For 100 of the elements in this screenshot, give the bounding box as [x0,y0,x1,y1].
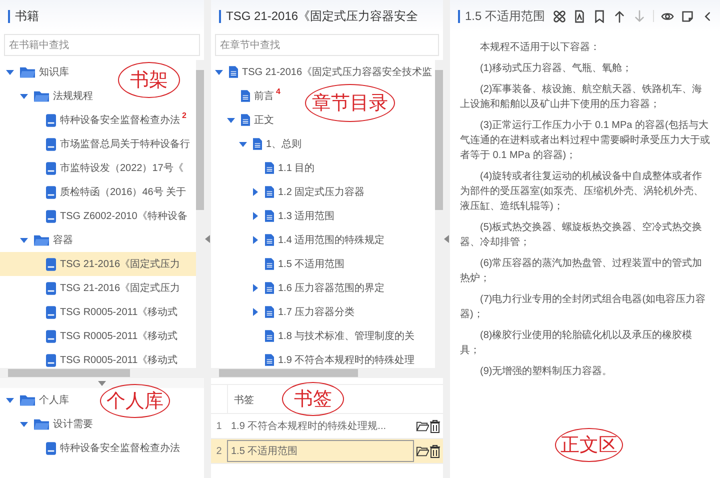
folder-open-icon[interactable] [416,420,429,432]
tree-label: 法规规程 [53,90,93,103]
book-item[interactable]: 市监特设发（2022）17号《 [0,156,184,180]
book-icon [46,138,56,150]
chapter-item[interactable]: 1.9 不符合本规程时的特殊处理 [211,348,415,368]
chapter-item[interactable]: 1.2 固定式压力容器 [211,180,365,204]
tree-label: 正文 [254,114,274,127]
note-icon[interactable] [681,10,694,22]
book-icon [46,306,56,318]
document-icon [265,282,274,294]
book-item[interactable]: 特种设备安全监督检查办法 [0,436,180,460]
panel-title: 书籍 [15,8,39,24]
paragraph: (9)无增强的塑料制压力容器。 [479,364,614,379]
book-icon [46,114,56,126]
paragraph: (8)橡胶行业使用的轮胎硫化机以及承压的橡胶模具； [460,328,694,358]
tree-label: TSG R0005-2011《移动式 [60,330,178,343]
chapter-item[interactable]: 正文 [211,108,274,132]
book-item[interactable]: TSG 21-2016《固定式压力 [0,276,180,300]
search-field[interactable]: 在书籍中查找 [4,34,200,56]
book-item[interactable]: TSG R0005-2011《移动式 [0,300,178,324]
expand-arrow-icon[interactable] [6,396,14,404]
folder-item[interactable]: 容器 [0,228,73,252]
annotation-label: 书签 [282,382,344,416]
bookmark-row[interactable]: 2 1.5 不适用范围 [211,439,443,464]
paragraph: (1)移动式压力容器、气瓶、氧舱； [479,62,634,76]
paragraph: (3)正常运行工作压力小于 0.1 MPa 的容器(包括与大气连通的在进料或者出料过程中需要瞬时承受压力大于或者等于 0.1 MPa 的容器)； [460,118,711,163]
chapter-item[interactable]: 1.7 压力容器分类 [211,300,355,324]
book-icon [46,210,56,222]
book-item[interactable]: 市场监督总局关于特种设备行 [0,132,190,156]
folder-icon [34,234,49,246]
expand-arrow-icon[interactable] [215,68,223,76]
folder-item[interactable]: 设计需要 [0,412,93,436]
book-item[interactable]: TSG Z6002-2010《特种设备 [0,204,188,228]
book-icon [46,354,56,366]
book-icon [46,442,56,454]
expand-arrow-icon[interactable] [251,236,259,244]
splitter-arrow-icon[interactable] [98,380,106,386]
paragraph: 本规程不适用于以下容器： [479,40,601,55]
pdf-file-icon[interactable] [573,10,586,22]
paragraph: (6)常压容器的蒸汽加热盘管、过程装置中的管式加热炉； [460,256,704,286]
document-icon [265,162,274,174]
expand-arrow-icon[interactable] [251,212,259,220]
book-icon [46,162,56,174]
chapter-item[interactable]: TSG 21-2016《固定式压力容器安全技术监 [211,60,432,84]
horizontal-scrollbar[interactable] [0,368,204,378]
folder-item[interactable]: 知识库 [0,60,69,84]
expand-arrow-icon[interactable] [20,92,28,100]
splitter-arrow-icon[interactable] [444,235,449,243]
book-icon [46,186,56,198]
folder-icon [34,90,49,102]
document-icon [265,186,274,198]
document-icon [241,114,250,126]
chapter-item[interactable]: 1.4 适用范围的特殊规定 [211,228,385,252]
expand-arrow-icon[interactable] [251,188,259,196]
document-icon [265,330,274,342]
tree-label: 个人库 [39,394,69,407]
tree-label: 1.1 目的 [278,162,315,175]
expand-arrow-icon[interactable] [20,420,28,428]
expand-arrow-icon[interactable] [239,140,247,148]
book-icon [46,330,56,342]
expand-arrow-icon[interactable] [20,236,28,244]
chapter-item[interactable]: 1.6 压力容器范围的界定 [211,276,385,300]
annotation-label: 章节目录 [305,84,395,122]
trash-icon[interactable] [430,444,440,458]
arrow-up-icon[interactable] [613,10,626,22]
chapter-item[interactable]: 1.5 不适用范围 [211,252,345,276]
book-item[interactable]: TSG R0005-2011《移动式 [0,348,178,368]
column-header: 书签 [234,395,254,406]
chapter-item[interactable]: 1.3 适用范围 [211,204,335,228]
folder-icon [20,394,35,406]
chapter-item[interactable]: 1.8 与技术标准、管理制度的关 [211,324,415,348]
paragraph: (4)旋转或者往复运动的机械设备中自成整体或者作为部件的受压器室(如泵壳、压缩机外壳、涡轮机外壳、液压缸、造纸轧辊等)； [460,170,704,214]
tree-label: TSG Z6002-2010《特种设备 [60,210,188,223]
book-item[interactable]: TSG 21-2016《固定式压力 [0,252,180,276]
folder-icon [34,418,49,430]
book-item[interactable]: 质检特函（2016）46号 关于 [0,180,186,204]
tree-label: 特种设备安全监督检查办法 [60,114,180,127]
expand-arrow-icon[interactable] [251,284,259,292]
expand-arrow-icon[interactable] [6,68,14,76]
paragraph: (5)板式热交换器、螺旋板热交换器、空冷式热交换器、冷却排管； [460,220,704,250]
tree-label: 质检特函（2016）46号 关于 [60,186,186,199]
folder-item[interactable]: 个人库 [0,388,69,412]
expand-arrow-icon[interactable] [227,116,235,124]
folder-item[interactable]: 法规规程 [0,84,93,108]
book-item[interactable]: TSG R0005-2011《移动式 [0,324,178,348]
document-icon [265,306,274,318]
chapter-item[interactable]: 1.1 目的 [211,156,315,180]
tree-label: TSG R0005-2011《移动式 [60,306,178,319]
folder-open-icon[interactable] [416,446,429,456]
trash-icon[interactable] [430,420,440,432]
tree-label: 前言 [254,90,274,103]
row-number: 2 [215,446,223,456]
chapter-item[interactable]: 1、总则 [211,132,302,156]
search-field[interactable]: 在章节中查找 [215,34,439,56]
bookmark-icon[interactable] [593,10,606,22]
tree-label: 特种设备安全监督检查办法 [60,442,180,455]
expand-arrow-icon[interactable] [251,308,259,316]
section-title: 1.5 不适用范围 [465,8,546,24]
splitter-arrow-icon[interactable] [205,235,210,243]
document-icon [253,138,262,150]
